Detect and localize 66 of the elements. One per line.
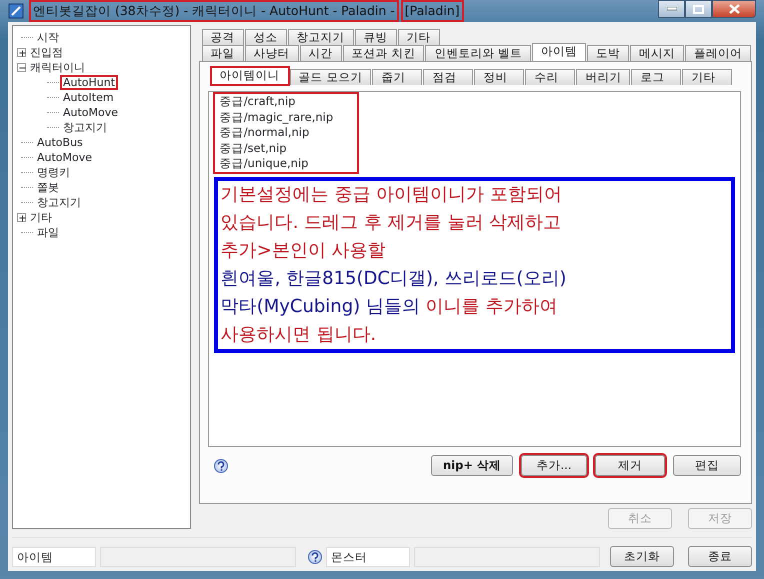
tab[interactable]: 인벤토리와 벨트 xyxy=(425,45,531,61)
list-button[interactable]: 제거 xyxy=(595,455,665,476)
status-field: 아이템 xyxy=(12,546,96,566)
tree-item[interactable]: 쫄봇 xyxy=(35,181,61,194)
tab[interactable]: 아이템이니 xyxy=(210,67,289,85)
expander-icon[interactable] xyxy=(17,48,26,57)
list-item[interactable]: 중급/magic_rare,nip xyxy=(220,110,352,125)
tree-item[interactable]: AutoMove xyxy=(61,106,120,119)
tab[interactable]: 점검 xyxy=(423,69,474,85)
file-list[interactable]: 중급/craft,nip 중급/magic_rare,nip 중급/normal,nip 중급/set,nip 중급/unique,nip 기본설정에는 중급 아이템이니가 포함되어 있습니다. 드레그 후 제거를 눌러 삭제하고 추가>본인이 사용할 흰여울, 한글815(DC디갤), 쓰리로드(오리) 막타(MyCubing) 님들의 이니를 추가하여 사용하시면 됩니다. xyxy=(208,91,741,447)
tree-item[interactable]: 창고지기 xyxy=(61,121,109,134)
status-field: 몬스터 xyxy=(326,546,410,566)
tree-item[interactable]: 창고지기 xyxy=(35,196,83,209)
reset-button[interactable]: 초기화 xyxy=(610,546,674,567)
list-button[interactable]: 편집 xyxy=(673,455,741,476)
tree-item[interactable]: AutoMove xyxy=(35,151,94,164)
tab[interactable]: 정비 xyxy=(474,69,524,85)
tab[interactable]: 성소 xyxy=(244,29,287,45)
help-icon[interactable] xyxy=(308,550,322,564)
tree-item[interactable]: 기타 xyxy=(28,211,54,224)
tree-item[interactable]: 진입점 xyxy=(28,46,65,59)
tree-item[interactable]: AutoHunt xyxy=(61,76,118,89)
window-title: 엔티봇길잡이 (38차수정) - 캐릭터이니 - AutoHunt - Paladin - xyxy=(30,0,398,22)
tree-item[interactable]: 파일 xyxy=(35,226,61,239)
minimize-icon xyxy=(666,7,676,11)
tab[interactable]: 아이템 xyxy=(532,43,586,61)
tab[interactable]: 버리기 xyxy=(576,69,630,85)
list-button[interactable]: 추가... xyxy=(521,455,587,476)
app-icon xyxy=(8,3,24,19)
maximize-button[interactable] xyxy=(685,0,712,18)
minimize-button[interactable] xyxy=(658,0,685,18)
tab[interactable]: 창고지기 xyxy=(288,29,354,45)
annotation-note: 기본설정에는 중급 아이템이니가 포함되어 있습니다. 드레그 후 제거를 눌러 삭제하고 추가>본인이 사용할 흰여울, 한글815(DC디갤), 쓰리로드(오리) 막타(MyCubing) 님들의 이니를 추가하여 사용하시면 됩니다. xyxy=(214,176,735,352)
tab[interactable]: 로그 xyxy=(631,69,682,85)
close-icon xyxy=(728,4,740,14)
close-button[interactable] xyxy=(712,0,756,18)
expander-icon[interactable] xyxy=(17,213,26,222)
tab[interactable]: 골드 모으기 xyxy=(290,69,372,85)
maximize-icon xyxy=(693,4,704,14)
tab[interactable]: 기타 xyxy=(398,29,440,45)
tab[interactable]: 수리 xyxy=(525,69,576,85)
list-item[interactable]: 중급/set,nip xyxy=(220,140,352,156)
tab[interactable]: 시간 xyxy=(300,45,342,61)
tree-item[interactable]: AutoItem xyxy=(61,91,116,104)
tab[interactable]: 도박 xyxy=(587,45,629,61)
list-item[interactable]: 중급/craft,nip xyxy=(220,94,352,110)
list-button[interactable]: nip+ 삭제 xyxy=(431,455,513,476)
window-title: [Paladin] xyxy=(402,0,463,22)
exit-button[interactable]: 종료 xyxy=(688,546,752,567)
expander-icon[interactable] xyxy=(17,63,26,72)
tab[interactable]: 사냥터 xyxy=(244,45,299,61)
tab[interactable]: 큐빙 xyxy=(354,29,397,45)
list-item[interactable]: 중급/normal,nip xyxy=(220,125,352,140)
tree-item[interactable]: 시작 xyxy=(35,31,61,44)
tab[interactable]: 공격 xyxy=(202,29,244,45)
tab[interactable]: 파일 xyxy=(202,45,244,61)
tab[interactable]: 포션과 치킨 xyxy=(342,45,424,61)
tree-item[interactable]: AutoBus xyxy=(35,136,85,149)
list-item[interactable]: 중급/unique,nip xyxy=(220,156,352,172)
tab[interactable]: 플레이어 xyxy=(685,45,751,61)
tree-item[interactable]: 캐릭터이니 xyxy=(28,61,87,74)
help-icon[interactable] xyxy=(214,458,228,472)
tab[interactable]: 기타 xyxy=(682,69,732,85)
tab[interactable]: 메시지 xyxy=(630,45,684,61)
tree-item[interactable]: 명령키 xyxy=(35,166,72,179)
tab[interactable]: 줍기 xyxy=(372,69,422,85)
